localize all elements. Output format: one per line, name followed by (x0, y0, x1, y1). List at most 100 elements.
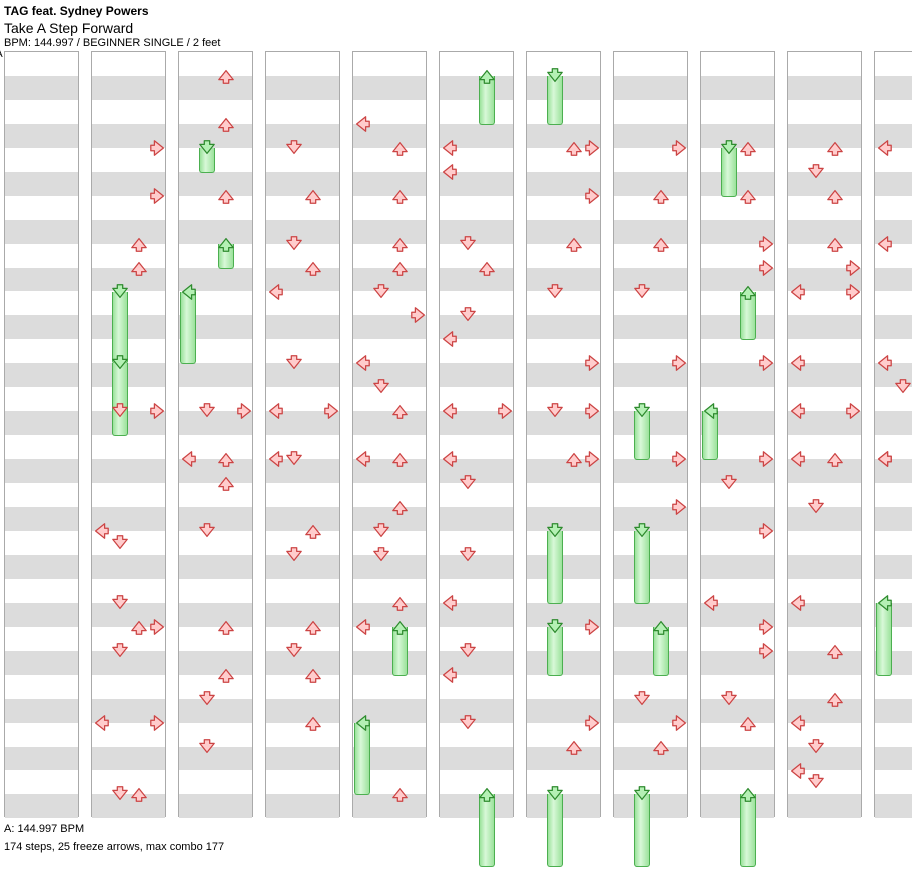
step-arrow (845, 259, 863, 277)
step-arrow (826, 187, 844, 205)
step-arrow (584, 402, 602, 420)
chart-column (178, 51, 253, 817)
step-arrow (304, 187, 322, 205)
chart-column (91, 51, 166, 817)
step-arrow (565, 450, 583, 468)
step-arrow (217, 474, 235, 492)
step-arrow (497, 402, 515, 420)
chart-column (613, 51, 688, 817)
step-arrow (584, 450, 602, 468)
step-arrow (391, 618, 409, 636)
step-arrow (459, 474, 477, 492)
chart-column (265, 51, 340, 817)
step-arrow (671, 498, 689, 516)
step-arrow (875, 235, 893, 253)
step-arrow (198, 402, 216, 420)
step-arrow (807, 738, 825, 756)
step-arrow (758, 354, 776, 372)
hold-body (547, 531, 563, 604)
step-arrow (198, 522, 216, 540)
step-arrow (440, 330, 458, 348)
hold-body (634, 794, 650, 867)
step-arrow (217, 666, 235, 684)
step-arrow (391, 594, 409, 612)
step-arrow (198, 738, 216, 756)
step-arrow (111, 534, 129, 552)
step-arrow (179, 283, 197, 301)
step-arrow (584, 139, 602, 157)
step-arrow (217, 67, 235, 85)
step-arrow (111, 283, 129, 301)
chart-column (352, 51, 427, 817)
step-arrow (372, 522, 390, 540)
step-arrow (266, 283, 284, 301)
step-arrow (739, 283, 757, 301)
step-arrow (459, 714, 477, 732)
step-arrow (652, 618, 670, 636)
step-arrow (788, 450, 806, 468)
step-arrow (875, 450, 893, 468)
step-arrow (111, 594, 129, 612)
artist-label: TAG feat. Sydney Powers (4, 4, 908, 18)
step-arrow (304, 259, 322, 277)
step-arrow (459, 642, 477, 660)
step-arrow (372, 546, 390, 564)
step-arrow (440, 594, 458, 612)
step-arrow (701, 402, 719, 420)
step-arrow (758, 259, 776, 277)
step-arrow (198, 690, 216, 708)
step-arrow (149, 187, 167, 205)
stats-footer: 174 steps, 25 freeze arrows, max combo 1… (4, 841, 908, 853)
step-arrow (478, 785, 496, 803)
step-arrow (179, 450, 197, 468)
step-arrow (304, 714, 322, 732)
hold-body (180, 292, 196, 365)
step-arrow (845, 283, 863, 301)
step-arrow (807, 163, 825, 181)
step-arrow (633, 690, 651, 708)
step-arrow (720, 690, 738, 708)
hold-body (876, 603, 892, 676)
step-arrow (739, 785, 757, 803)
step-arrow (478, 67, 496, 85)
step-arrow (788, 354, 806, 372)
step-arrow (217, 115, 235, 133)
step-arrow (130, 785, 148, 803)
step-arrow (130, 259, 148, 277)
chart-column: A (4, 51, 79, 817)
step-arrow (149, 139, 167, 157)
step-arrow (285, 546, 303, 564)
hold-body (354, 723, 370, 796)
step-arrow (546, 67, 564, 85)
step-arrow (391, 785, 409, 803)
step-arrow (440, 402, 458, 420)
section-label: A (0, 49, 3, 60)
step-arrow (285, 235, 303, 253)
step-arrow (149, 618, 167, 636)
step-arrow (304, 666, 322, 684)
step-arrow (807, 498, 825, 516)
step-arrow (149, 714, 167, 732)
step-arrow (217, 235, 235, 253)
step-arrow (584, 714, 602, 732)
step-arrow (410, 306, 428, 324)
step-arrow (788, 762, 806, 780)
step-arrow (788, 402, 806, 420)
step-arrow (845, 402, 863, 420)
step-arrow (788, 283, 806, 301)
step-arrow (353, 354, 371, 372)
step-arrow (788, 594, 806, 612)
step-arrow (565, 738, 583, 756)
step-arrow (391, 235, 409, 253)
step-arrow (391, 402, 409, 420)
step-arrow (391, 139, 409, 157)
step-arrow (440, 450, 458, 468)
step-arrow (217, 618, 235, 636)
step-arrow (652, 235, 670, 253)
step-arrow (391, 498, 409, 516)
step-arrow (236, 402, 254, 420)
step-arrow (92, 714, 110, 732)
step-arrow (826, 450, 844, 468)
step-arrow (826, 235, 844, 253)
step-arrow (826, 690, 844, 708)
